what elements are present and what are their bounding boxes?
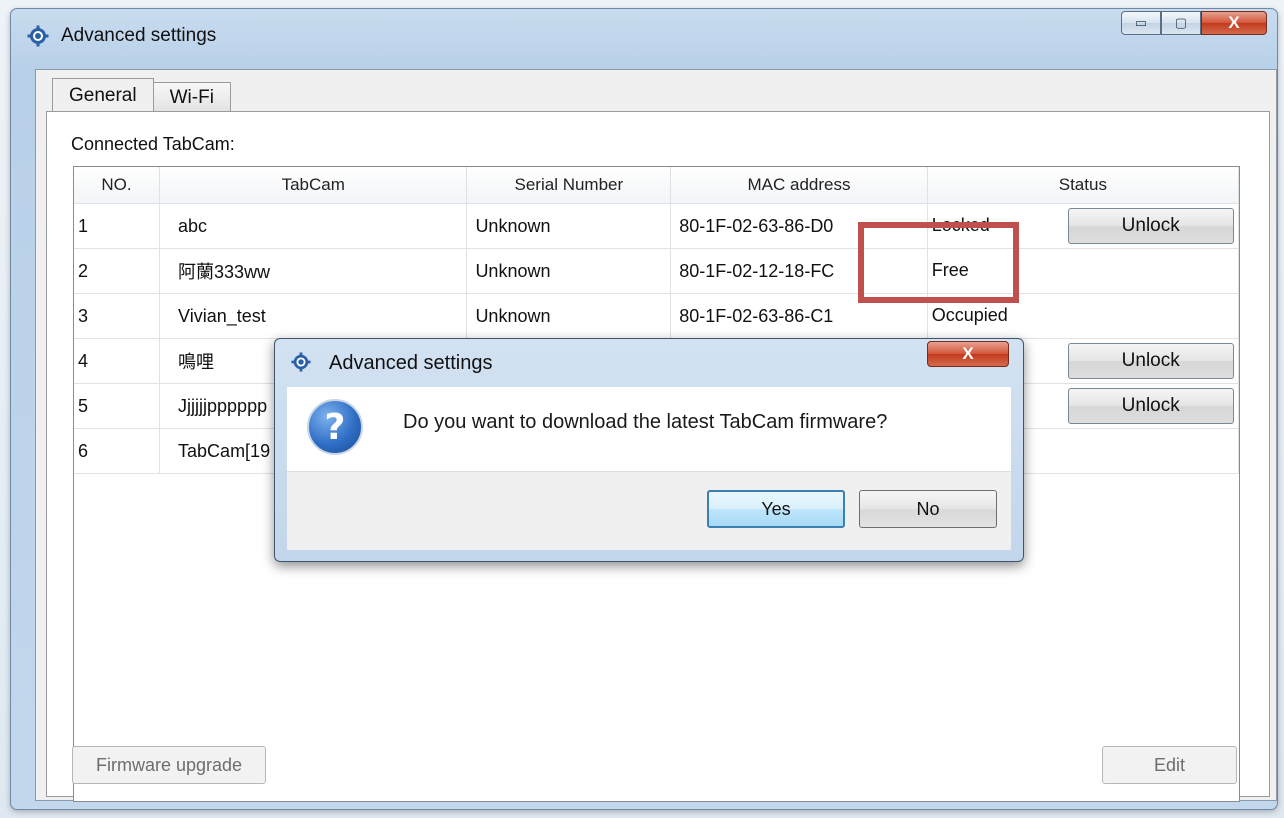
settings-gear-icon [27,25,49,47]
column-header-tabcam[interactable]: TabCam [159,167,468,204]
tab-wifi[interactable]: Wi-Fi [152,82,231,112]
row-number: 5 [74,383,161,429]
row-number: 4 [74,338,161,384]
serial-number: Unknown [466,203,672,249]
tab-general[interactable]: General [52,78,154,112]
close-button[interactable]: X [1201,11,1267,35]
table-header-row: NO. TabCam Serial Number MAC address Sta… [74,167,1239,204]
status-text: Occupied [931,305,1008,325]
dialog-button-bar: Yes No [287,471,1011,550]
table-row[interactable]: 3 Vivian_test Unknown 80-1F-02-63-86-C1 … [74,293,1239,339]
settings-gear-icon [291,352,311,372]
row-number: 3 [74,293,161,339]
table-row[interactable]: 2 阿蘭333ww Unknown 80-1F-02-12-18-FC Free [74,248,1239,294]
tabcam-name: 阿蘭333ww [159,248,468,294]
table-row[interactable]: 1 abc Unknown 80-1F-02-63-86-D0 Locked U… [74,203,1239,249]
connected-tabcam-label: Connected TabCam: [71,134,235,154]
tabcam-name: Vivian_test [159,293,468,339]
dialog-close-button[interactable]: X [927,341,1009,367]
minimize-icon: ▭ [1134,15,1148,30]
title-bar[interactable]: Advanced settings ▭ ▢ X [11,9,1277,59]
unlock-button[interactable]: Unlock [1067,343,1234,379]
close-icon: X [1228,13,1240,32]
highlight-annotation-box [858,222,1019,303]
question-icon: ? [307,399,363,455]
row-number: 6 [74,428,161,474]
caption-buttons: ▭ ▢ X [1121,11,1267,37]
dialog-body: ? Do you want to download the latest Tab… [287,387,1011,550]
unlock-button[interactable]: Unlock [1067,388,1234,424]
column-header-no[interactable]: NO. [74,167,161,204]
column-header-serial-number[interactable]: Serial Number [466,167,672,204]
firmware-upgrade-button[interactable]: Firmware upgrade [72,746,266,784]
serial-number: Unknown [466,248,672,294]
dialog-message: Do you want to download the latest TabCa… [403,411,888,433]
maximize-button[interactable]: ▢ [1161,11,1201,35]
window-title: Advanced settings [61,25,217,46]
unlock-button[interactable]: Unlock [1067,208,1234,244]
row-number: 2 [74,248,161,294]
maximize-icon: ▢ [1174,15,1188,30]
confirm-dialog: Advanced settings X ? Do you want to dow… [274,338,1024,562]
close-icon: X [962,344,974,363]
serial-number: Unknown [466,293,672,339]
no-button[interactable]: No [859,490,997,528]
row-number: 1 [74,203,161,249]
dialog-title: Advanced settings [329,352,493,374]
tab-strip: General Wi-Fi [52,78,231,112]
edit-button[interactable]: Edit [1102,746,1237,784]
column-header-mac-address[interactable]: MAC address [670,167,928,204]
tabcam-name: abc [159,203,468,249]
minimize-button[interactable]: ▭ [1121,11,1161,35]
column-header-status[interactable]: Status [927,167,1239,204]
yes-button[interactable]: Yes [707,490,845,528]
